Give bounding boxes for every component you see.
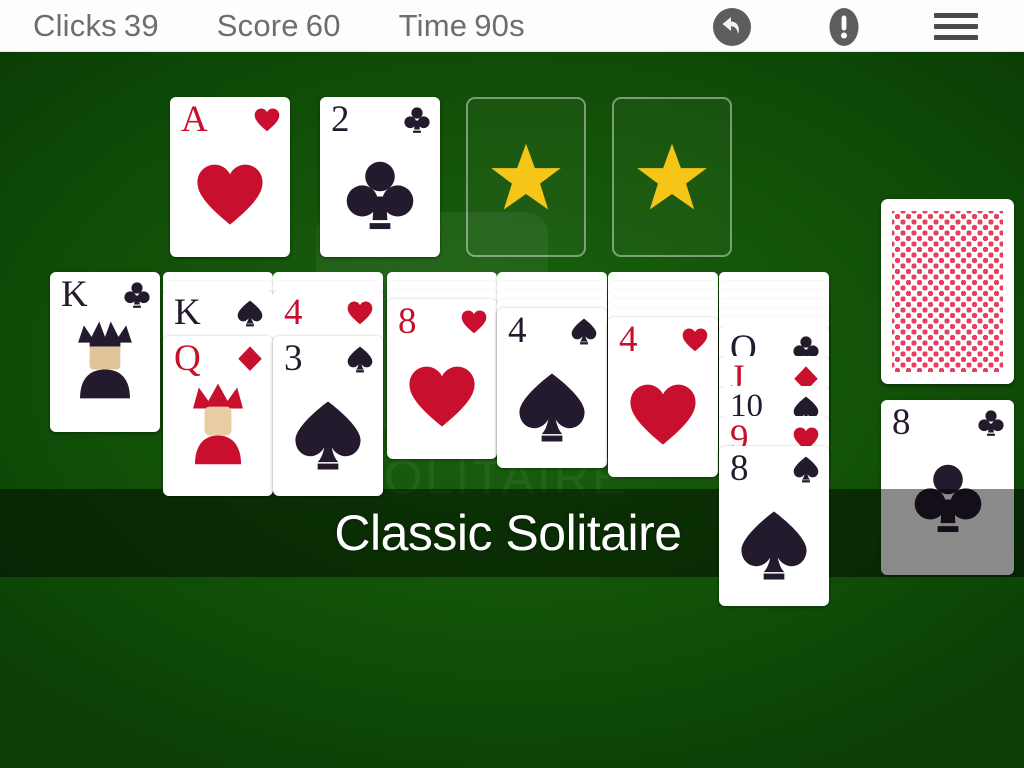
card-corner: K bbox=[50, 272, 160, 315]
king-face-art bbox=[78, 321, 132, 399]
suit-pip-large bbox=[630, 384, 696, 445]
clicks-stat: Clicks 39 bbox=[33, 8, 159, 44]
card-center-pip-wrap bbox=[170, 155, 290, 239]
tableau-top-card[interactable]: Q bbox=[163, 336, 273, 496]
tableau-top-card[interactable]: 3 bbox=[273, 336, 383, 496]
card-corner: K bbox=[163, 290, 273, 333]
card-back-pattern bbox=[892, 211, 1003, 372]
card-center-pip-wrap bbox=[719, 504, 829, 588]
star-icon bbox=[491, 143, 561, 210]
card-rank: 2 bbox=[331, 99, 350, 140]
clicks-label: Clicks bbox=[33, 7, 117, 43]
tableau-top-card[interactable]: K bbox=[50, 272, 160, 432]
foundation-empty-3[interactable] bbox=[466, 97, 586, 257]
card-rank: 8 bbox=[730, 448, 749, 489]
score-value: 60 bbox=[305, 7, 341, 43]
tableau-top-card[interactable]: 8 bbox=[387, 299, 497, 459]
card-corner: 4 bbox=[273, 290, 383, 333]
stock-pile[interactable] bbox=[881, 199, 1014, 384]
card-center-pip-wrap bbox=[497, 366, 607, 450]
suit-pip-small bbox=[793, 456, 819, 483]
star-icon bbox=[637, 143, 707, 210]
card-center-pip-wrap bbox=[273, 394, 383, 478]
tableau-top-card[interactable]: 4 bbox=[497, 308, 607, 468]
time-value: 90s bbox=[474, 7, 525, 43]
game-title: Classic Solitaire bbox=[334, 505, 682, 561]
clicks-value: 39 bbox=[123, 7, 159, 43]
card-rank: K bbox=[61, 274, 88, 315]
suit-pip-large bbox=[409, 366, 475, 427]
suit-pip-large bbox=[295, 401, 361, 470]
suit-pip-small bbox=[238, 346, 262, 372]
suit-pip-small bbox=[461, 310, 487, 334]
card-center-pip-wrap bbox=[608, 375, 718, 459]
suit-pip-small bbox=[571, 318, 597, 345]
card-rank: Q bbox=[174, 338, 201, 379]
top-status-bar: Clicks 39 Score 60 Time 90s bbox=[0, 0, 1024, 52]
suit-pip-small bbox=[347, 301, 373, 325]
card-corner: 3 bbox=[273, 336, 383, 379]
card-center-pip-wrap bbox=[387, 357, 497, 441]
suit-pip-large bbox=[197, 164, 263, 225]
foundation-clubs[interactable]: 2 bbox=[320, 97, 440, 257]
suit-pip-small bbox=[124, 282, 150, 308]
suit-pip-small bbox=[254, 108, 280, 132]
card-corner: 4 bbox=[497, 308, 607, 351]
waste-pile[interactable]: 8 bbox=[881, 400, 1014, 575]
menu-bar-3 bbox=[934, 35, 978, 40]
suit-pip-small bbox=[682, 328, 708, 352]
foundation-empty-4[interactable] bbox=[612, 97, 732, 257]
card-corner: 8 bbox=[881, 400, 1014, 443]
score-stat: Score 60 bbox=[217, 8, 341, 44]
solitaire-game-screen: Clicks39 Score60 Time90s A SOLITAIRE bbox=[0, 0, 1024, 768]
card-corner: 8 bbox=[387, 299, 497, 342]
suit-pip-large bbox=[914, 464, 981, 533]
card-rank: 8 bbox=[398, 301, 417, 342]
undo-icon[interactable] bbox=[712, 7, 752, 47]
hamburger-menu-icon[interactable] bbox=[934, 13, 978, 41]
menu-bar-1 bbox=[934, 13, 978, 18]
tableau-top-card[interactable]: 8 bbox=[719, 446, 829, 606]
suit-pip-large bbox=[741, 511, 807, 580]
card-rank: 4 bbox=[508, 310, 527, 351]
card-corner: 2 bbox=[320, 97, 440, 140]
menu-bar-2 bbox=[934, 24, 978, 29]
time-stat: Time 90s bbox=[399, 8, 525, 44]
card-corner: 8 bbox=[719, 446, 829, 489]
suit-pip-small bbox=[237, 300, 263, 327]
score-label: Score bbox=[216, 7, 299, 43]
tableau-top-card[interactable]: 4 bbox=[608, 317, 718, 477]
suit-pip-small bbox=[404, 107, 430, 133]
card-rank: K bbox=[174, 292, 201, 333]
card-corner: Q bbox=[163, 336, 273, 379]
card-rank: 8 bbox=[892, 402, 911, 443]
time-label: Time bbox=[398, 7, 468, 43]
game-title-banner: Classic Solitaire bbox=[0, 489, 1024, 577]
card-rank: A bbox=[181, 99, 208, 140]
card-corner: 4 bbox=[608, 317, 718, 360]
foundation-hearts[interactable]: A bbox=[170, 97, 290, 257]
card-center-pip-wrap bbox=[881, 458, 1014, 542]
suit-pip-large bbox=[519, 373, 585, 442]
card-rank: 4 bbox=[619, 319, 638, 360]
card-rank: 3 bbox=[284, 338, 303, 379]
card-center-pip-wrap bbox=[320, 155, 440, 239]
hint-exclamation-icon[interactable] bbox=[824, 7, 864, 47]
card-rank: 4 bbox=[284, 292, 303, 333]
suit-pip-small bbox=[347, 346, 373, 373]
queen-face-art bbox=[193, 383, 243, 465]
suit-pip-small bbox=[978, 410, 1004, 436]
suit-pip-large bbox=[346, 161, 414, 230]
card-corner: A bbox=[170, 97, 290, 140]
